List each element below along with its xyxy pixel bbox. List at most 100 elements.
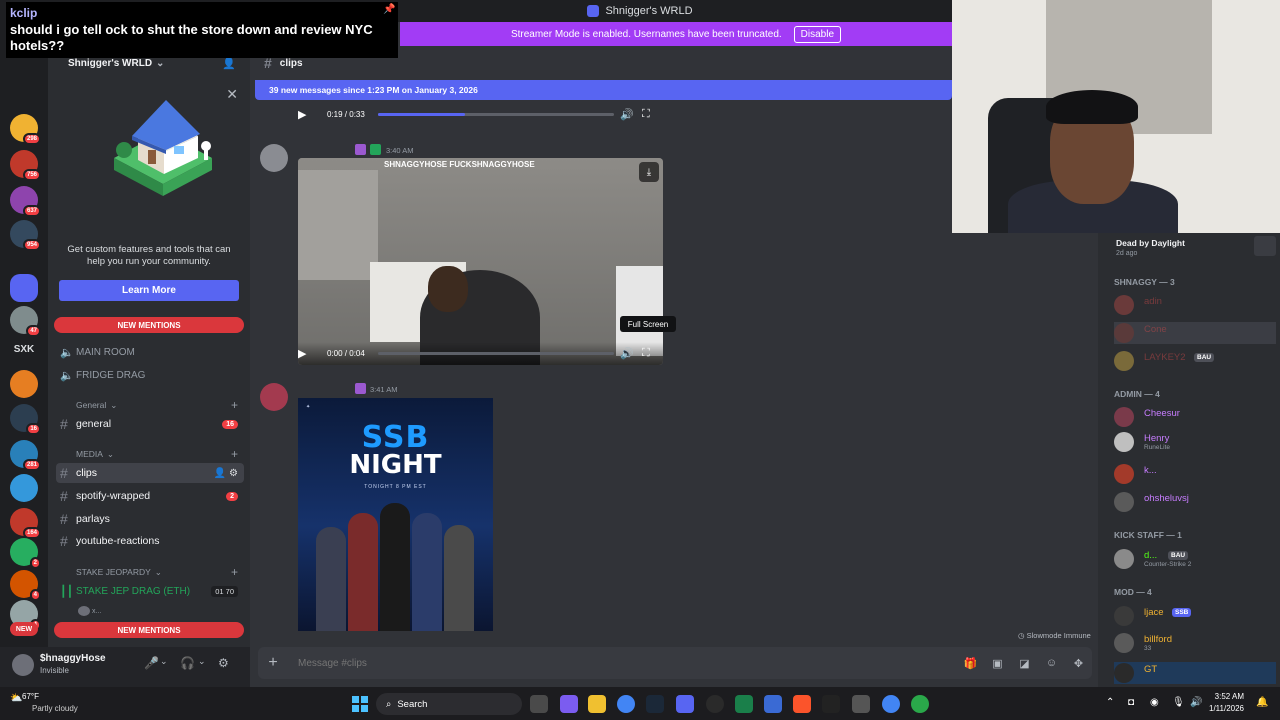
gif-icon[interactable]: ▣ — [984, 657, 1011, 670]
server-sxk[interactable]: SXK — [0, 344, 48, 355]
server-icon[interactable] — [10, 474, 38, 502]
sticker-icon[interactable]: ◪ — [1011, 657, 1038, 670]
notification-icon[interactable]: 🔔 — [1256, 697, 1268, 708]
server-icon[interactable]: 16 — [10, 404, 41, 435]
add-attachment-icon[interactable]: + — [258, 654, 288, 672]
app-icon[interactable] — [822, 695, 840, 713]
voice-user[interactable]: x... — [78, 606, 101, 616]
new-pill[interactable]: NEW — [10, 622, 38, 636]
chevron-down-icon[interactable]: ⌄ — [198, 656, 206, 667]
chrome-icon[interactable] — [882, 695, 900, 713]
category-media[interactable]: MEDIA ⌄ + — [56, 447, 244, 461]
copilot-icon[interactable] — [560, 695, 578, 713]
channel-parlays[interactable]: # parlays — [56, 509, 244, 529]
close-icon[interactable]: ✕ — [226, 86, 238, 103]
server-icon[interactable]: 164 — [10, 508, 41, 539]
fullscreen-icon[interactable]: ⛶ — [642, 347, 650, 360]
message-input[interactable] — [298, 657, 957, 669]
discord-app-icon[interactable] — [676, 695, 694, 713]
add-channel-icon[interactable]: + — [231, 565, 238, 579]
server-icon[interactable]: 2 — [10, 538, 41, 569]
obs-icon[interactable] — [706, 695, 724, 713]
member-item[interactable]: adin — [1114, 294, 1276, 316]
channel-general[interactable]: # general 16 — [56, 414, 244, 434]
member-item[interactable]: d... BAU Counter-Strike 2 — [1114, 548, 1276, 570]
new-mentions-top[interactable]: NEW MENTIONS — [54, 317, 244, 333]
server-icon[interactable]: 954 — [10, 220, 41, 251]
server-icon[interactable]: 298 — [10, 114, 41, 145]
learn-more-button[interactable]: Learn More — [59, 280, 239, 301]
server-icon[interactable]: 637 — [10, 186, 41, 217]
avatar[interactable] — [12, 654, 34, 676]
headphones-icon[interactable]: 🎧 — [180, 656, 195, 670]
tray-icon[interactable]: ◉ — [1150, 697, 1159, 708]
microphone-icon[interactable]: 🎤 — [144, 656, 159, 670]
chevron-down-icon[interactable]: ⌄ — [160, 656, 168, 667]
steam-icon[interactable] — [646, 695, 664, 713]
member-item[interactable]: GT — [1114, 662, 1276, 684]
file-explorer-icon[interactable] — [588, 695, 606, 713]
folder-icon[interactable] — [10, 274, 38, 302]
server-icon[interactable]: 47 — [10, 306, 41, 337]
volume-icon[interactable]: 🔊 — [620, 347, 634, 360]
category-label: MEDIA — [76, 449, 103, 459]
category-stake-jeopardy[interactable]: STAKE JEOPARDY ⌄ + — [56, 565, 244, 579]
gear-icon[interactable]: ⚙ — [218, 656, 229, 670]
app-icon[interactable] — [764, 695, 782, 713]
member-item[interactable]: LAYKEY2 BAU — [1114, 350, 1276, 372]
server-icon[interactable]: 4 — [10, 570, 41, 601]
member-item[interactable]: Cone — [1114, 322, 1276, 344]
app-icon[interactable] — [852, 695, 870, 713]
server-icon[interactable]: 281 — [10, 440, 41, 471]
voice-channel-fridge-drag[interactable]: 🔈 FRIDGE DRAG — [56, 366, 244, 384]
member-item[interactable]: billford 33 — [1114, 632, 1276, 654]
download-icon[interactable]: ⤓ — [639, 162, 659, 182]
chrome-icon[interactable] — [911, 695, 929, 713]
category-general[interactable]: General ⌄ + — [56, 398, 244, 412]
avatar[interactable] — [260, 383, 288, 411]
weather-temp[interactable]: 67°F — [22, 692, 39, 701]
settings-icon[interactable]: 👤 ⚙ — [214, 468, 238, 479]
start-button[interactable] — [352, 696, 368, 712]
voice-channel-stake[interactable]: ┃┃ STAKE JEP DRAG (ETH) 01 70 — [56, 582, 244, 600]
video-attachment[interactable]: SHNAGGYHOSE FUCKSHNAGGYHOSE ⤓ — [298, 158, 663, 365]
server-icon[interactable] — [10, 370, 38, 398]
member-item[interactable]: k... — [1114, 463, 1276, 485]
clock-time[interactable]: 3:52 AM — [1206, 692, 1244, 701]
member-item[interactable]: Cheesur — [1114, 406, 1276, 428]
brave-icon[interactable] — [793, 695, 811, 713]
play-icon[interactable]: ▶ — [298, 108, 320, 121]
apps-icon[interactable]: ✥ — [1065, 657, 1092, 670]
member-item[interactable]: Henry RuneLite — [1114, 431, 1276, 453]
add-member-icon[interactable]: 👤 — [222, 57, 236, 70]
activity-card[interactable]: Dead by Daylight 2d ago — [1108, 234, 1276, 260]
gift-icon[interactable]: 🎁 — [957, 657, 984, 670]
new-messages-bar[interactable]: 39 new messages since 1:23 PM on January… — [255, 80, 952, 100]
channel-spotify-wrapped[interactable]: # spotify-wrapped 2 — [56, 486, 244, 506]
member-item[interactable]: ohsheluvsj — [1114, 491, 1276, 513]
chevron-up-icon[interactable]: ⌃ — [1106, 697, 1114, 708]
role-header: KICK STAFF — 1 — [1114, 530, 1182, 540]
emoji-icon[interactable]: ☺ — [1038, 657, 1065, 669]
play-icon[interactable]: ▶ — [298, 347, 320, 360]
volume-icon[interactable]: 🔊 — [620, 108, 634, 121]
chrome-icon[interactable] — [617, 695, 635, 713]
member-item[interactable]: ljace SSB — [1114, 605, 1276, 627]
image-attachment[interactable]: ✦ SSB NIGHT TONIGHT 8 PM EST — [298, 398, 493, 631]
server-icon[interactable]: 756 — [10, 150, 41, 181]
app-icon[interactable] — [735, 695, 753, 713]
channel-youtube-reactions[interactable]: # youtube-reactions — [56, 531, 244, 551]
voice-channel-main-room[interactable]: 🔈 MAIN ROOM — [56, 343, 244, 361]
new-mentions-bottom[interactable]: NEW MENTIONS — [54, 622, 244, 638]
avatar[interactable] — [260, 144, 288, 172]
add-channel-icon[interactable]: + — [231, 447, 238, 461]
disable-button[interactable]: Disable — [793, 25, 842, 43]
video-progress-track[interactable] — [378, 352, 614, 355]
add-channel-icon[interactable]: + — [231, 398, 238, 412]
taskbar-search[interactable]: ⌕ Search — [376, 693, 522, 715]
microphone-icon[interactable]: 🎙 — [1172, 697, 1185, 708]
channel-clips[interactable]: # clips 👤 ⚙ — [56, 463, 244, 483]
task-view-icon[interactable] — [530, 695, 548, 713]
fullscreen-icon[interactable]: ⛶ — [642, 108, 650, 121]
tray-icon[interactable]: ◘ — [1128, 697, 1134, 708]
